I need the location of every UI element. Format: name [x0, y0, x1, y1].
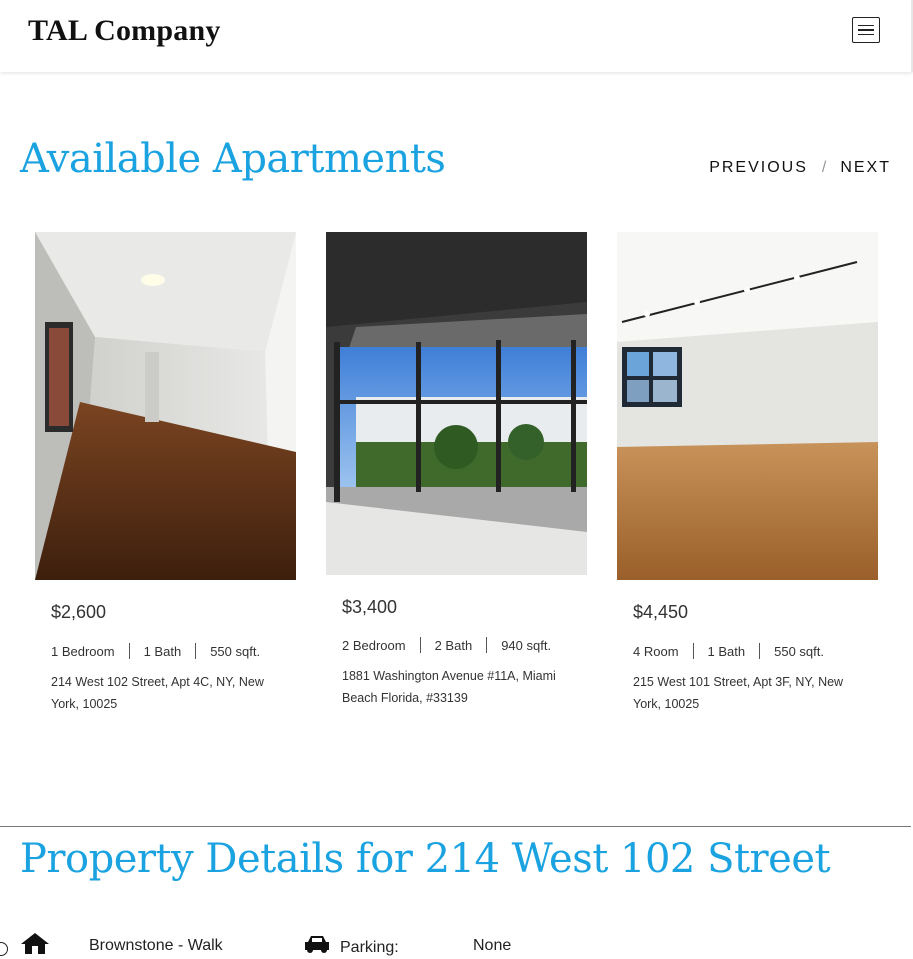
- listing-photo[interactable]: [617, 232, 878, 580]
- section-divider: [0, 826, 911, 827]
- listing-specs: 4 Room 1 Bath 550 sqft.: [633, 643, 824, 659]
- property-type-value: Brownstone - Walk: [89, 937, 223, 954]
- parking-value: None: [473, 937, 512, 954]
- listing-photo[interactable]: [326, 232, 587, 575]
- site-header: TAL Company: [0, 0, 913, 72]
- site-logo[interactable]: TAL Company: [28, 14, 221, 48]
- pager-separator: /: [821, 159, 827, 176]
- listing-price: $3,400: [342, 597, 398, 617]
- listing-size: 550 sqft.: [774, 643, 824, 659]
- listing-baths: 2 Bath: [434, 637, 473, 653]
- listing-rooms: 2 Bedroom: [342, 637, 406, 653]
- hamburger-menu-icon[interactable]: [852, 17, 880, 43]
- listing-specs: 2 Bedroom 2 Bath 940 sqft.: [342, 637, 551, 653]
- listing-size: 940 sqft.: [501, 637, 552, 653]
- listing-specs: 1 Bedroom 1 Bath 550 sqft.: [51, 643, 260, 659]
- listing-address: 1881 Washington Avenue #11A, Miami Beach…: [342, 669, 556, 705]
- next-button[interactable]: NEXT: [840, 159, 891, 176]
- listing-rooms: 1 Bedroom: [51, 643, 115, 659]
- section-title: Available Apartments: [20, 136, 446, 182]
- listing-address: 214 West 102 Street, Apt 4C, NY, New Yor…: [51, 675, 264, 711]
- listing-baths: 1 Bath: [707, 643, 746, 659]
- parking-label: Parking:: [340, 939, 399, 956]
- car-icon: [304, 934, 330, 959]
- listing-price: $4,450: [633, 602, 689, 622]
- listing-price: $2,600: [51, 602, 107, 622]
- listing-size: 550 sqft.: [210, 643, 261, 659]
- carousel-pager: PREVIOUS / NEXT: [709, 159, 891, 177]
- listing-address: 215 West 101 Street, Apt 3F, NY, New Yor…: [633, 675, 844, 711]
- property-details-title: Property Details for 214 West 102 Street: [20, 836, 831, 882]
- listing-card[interactable]: $4,450 4 Room 1 Bath 550 sqft. 215 West 10…: [617, 232, 878, 722]
- listing-card[interactable]: $2,600 1 Bedroom 1 Bath 550 sqft. 214 West…: [35, 232, 296, 722]
- listing-baths: 1 Bath: [143, 643, 182, 659]
- previous-button[interactable]: PREVIOUS: [709, 159, 808, 176]
- listing-rooms: 4 Room: [633, 643, 679, 659]
- house-icon: [20, 932, 50, 959]
- listing-photo[interactable]: [35, 232, 296, 580]
- listing-card[interactable]: $3,400 2 Bedroom 2 Bath 940 sqft. 1881 Was…: [326, 232, 587, 722]
